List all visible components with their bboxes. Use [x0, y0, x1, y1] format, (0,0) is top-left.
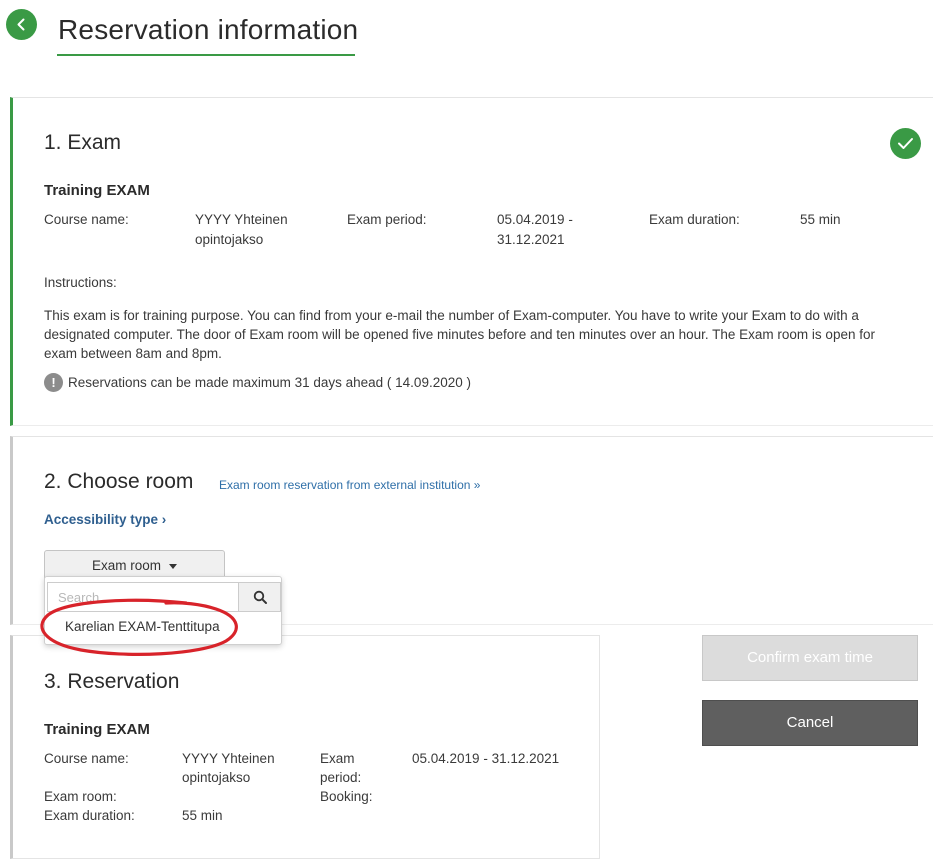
course-name-value-line1: YYYY Yhteinen — [195, 212, 288, 227]
exam-section-heading: 1. Exam — [44, 131, 122, 154]
exam-duration-value: 55 min — [800, 212, 841, 227]
exam-period-value-line1: 05.04.2019 - — [497, 212, 573, 227]
course-name-label: Course name: — [44, 212, 129, 227]
reservation-notice: Reservations can be made maximum 31 days… — [68, 375, 471, 390]
exclamation-icon: ! — [44, 373, 63, 392]
back-button[interactable] — [6, 9, 37, 40]
title-underline — [57, 54, 355, 56]
reservation-course-name-label: Course name: — [44, 751, 129, 766]
reservation-exam-duration-value: 55 min — [182, 808, 223, 823]
reservation-section-heading: 3. Reservation — [44, 670, 180, 693]
course-name-value-line2: opintojakso — [195, 232, 264, 247]
reservation-course-name-value-line2: opintojakso — [182, 770, 251, 785]
reservation-exam-period-label-line1: Exam — [320, 751, 355, 766]
instructions-text-line2: designated computer. The door of Exam ro… — [44, 327, 875, 342]
instructions-text-line3: exam between 8am and 8pm. — [44, 346, 222, 361]
completed-check-badge — [890, 128, 921, 159]
reservation-exam-period-value: 05.04.2019 - 31.12.2021 — [412, 751, 560, 766]
check-icon — [898, 138, 913, 149]
reservation-course-name-value-line1: YYYY Yhteinen — [182, 751, 275, 766]
exam-duration-label: Exam duration: — [649, 212, 740, 227]
page-title: Reservation information — [58, 14, 359, 45]
exam-room-dropdown-menu: Karelian EXAM-Tenttitupa — [44, 576, 282, 645]
reservation-exam-room-label: Exam room: — [44, 789, 117, 804]
search-icon — [253, 590, 267, 604]
room-search-input[interactable] — [47, 582, 239, 612]
reservation-exam-period-label-line2: period: — [320, 770, 362, 785]
reservation-booking-label: Booking: — [320, 789, 373, 804]
caret-down-icon — [169, 563, 178, 569]
accessibility-type-link[interactable]: Accessibility type › — [44, 512, 166, 527]
cancel-button[interactable]: Cancel — [702, 700, 918, 746]
reservation-exam-name: Training EXAM — [44, 721, 150, 738]
exam-period-label: Exam period: — [347, 212, 427, 227]
exam-period-value-line2: 31.12.2021 — [497, 232, 565, 247]
external-reservation-link[interactable]: Exam room reservation from external inst… — [219, 478, 480, 492]
confirm-exam-time-button[interactable]: Confirm exam time — [702, 635, 918, 681]
exam-name: Training EXAM — [44, 182, 150, 199]
instructions-text-line1: This exam is for training purpose. You c… — [44, 308, 859, 323]
exam-room-dropdown-label: Exam room — [91, 558, 162, 573]
room-search-button[interactable] — [238, 582, 281, 612]
chevron-left-icon — [17, 18, 25, 31]
instructions-label: Instructions: — [44, 275, 117, 290]
room-section-heading: 2. Choose room — [44, 470, 194, 493]
room-option-karelian-exam-tenttitupa[interactable]: Karelian EXAM-Tenttitupa — [65, 619, 220, 634]
reservation-exam-duration-label: Exam duration: — [44, 808, 135, 823]
